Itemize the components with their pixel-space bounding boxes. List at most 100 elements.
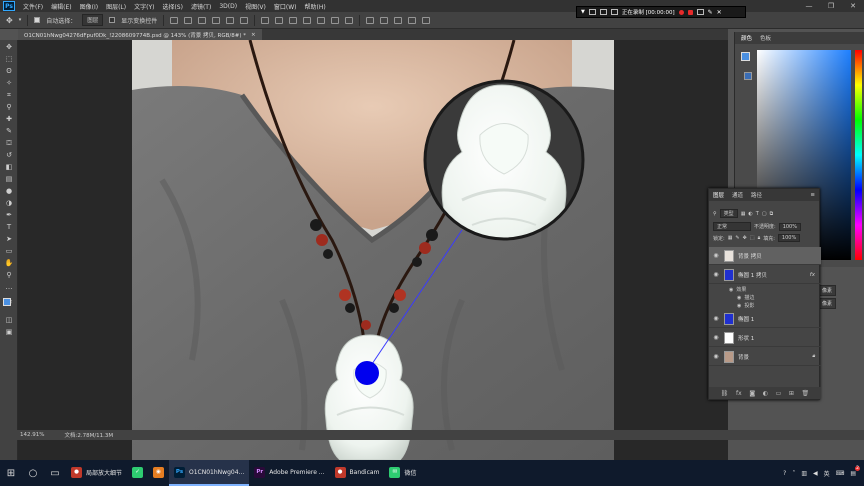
mask-icon[interactable]: ◙ (749, 390, 755, 397)
eye-icon[interactable]: ◉ (729, 287, 733, 293)
foreground-color-swatch[interactable] (741, 52, 750, 61)
close-icon[interactable]: ✕ (842, 0, 864, 12)
blend-mode-dropdown[interactable]: 正常 (713, 222, 751, 231)
layer-row[interactable]: ◉ 椭圆 1 (709, 310, 821, 328)
taskbar-app[interactable]: ● Bandicam (330, 460, 385, 486)
trash-icon[interactable]: 🗑︎ (802, 390, 810, 397)
fullscreen-mode-icon[interactable] (610, 9, 618, 15)
clone-stamp-tool-icon[interactable]: ⛋ (4, 139, 14, 147)
3d-slide-icon[interactable] (408, 16, 417, 24)
close-icon[interactable]: × (251, 32, 256, 38)
3d-scale-icon[interactable] (422, 16, 431, 24)
quick-mask-icon[interactable]: ◫ (4, 316, 14, 324)
taskbar-app[interactable]: ◉ (148, 460, 169, 486)
layer-row[interactable]: ◉ 椭圆 1 拷贝 fx (709, 266, 821, 284)
chevron-down-icon[interactable]: ▾ (19, 17, 22, 23)
maximize-icon[interactable]: ❐ (820, 0, 842, 12)
help-icon[interactable]: ? (783, 470, 786, 477)
distribute-top-icon[interactable] (261, 16, 270, 24)
settings-icon[interactable] (588, 9, 596, 15)
eye-icon[interactable]: ◉ (711, 315, 721, 322)
blur-tool-icon[interactable]: ● (4, 187, 14, 195)
quick-select-tool-icon[interactable]: ✧ (4, 79, 14, 87)
eye-icon[interactable]: ◉ (711, 353, 721, 360)
fx-icon[interactable]: fx (736, 390, 742, 397)
show-transform-checkbox[interactable] (109, 17, 116, 23)
minimize-icon[interactable]: — (798, 0, 820, 12)
background-color-swatch[interactable] (744, 72, 752, 80)
eye-icon[interactable]: ◉ (737, 295, 741, 301)
chevron-down-icon[interactable]: ▼ (581, 9, 585, 15)
layer-row[interactable]: ◉ 背景 拷贝 (709, 247, 821, 265)
fx-icon[interactable]: fx (810, 272, 815, 278)
eye-icon[interactable]: ◉ (711, 334, 721, 341)
keyboard-icon[interactable]: ⌨ (836, 470, 845, 477)
auto-align-icon[interactable] (345, 16, 354, 24)
adjustment-icon[interactable]: ◐ (763, 390, 768, 397)
align-bottom-icon[interactable] (198, 16, 207, 24)
hue-slider[interactable] (855, 50, 862, 260)
layer-row[interactable]: ◉ 背景 🔒︎ (709, 348, 821, 366)
fill-field[interactable]: 100% (777, 234, 801, 242)
folder-icon[interactable]: ▭ (776, 390, 782, 397)
filter-smart-icon[interactable]: ⧉ (770, 211, 774, 217)
tab-paths[interactable]: 路径 (751, 191, 762, 199)
taskbar-app[interactable]: ✓ (127, 460, 148, 486)
lock-all-icon[interactable]: 🔒︎ (758, 235, 761, 241)
menu-view[interactable]: 视图(V) (241, 2, 270, 11)
properties-chip[interactable]: 像素 (818, 298, 837, 309)
menu-select[interactable]: 选择(S) (158, 2, 187, 11)
distribute-center-icon[interactable] (317, 16, 326, 24)
lasso-tool-icon[interactable]: ʘ (4, 67, 14, 75)
eyedropper-tool-icon[interactable]: ⚲ (4, 103, 14, 111)
lock-position-icon[interactable]: ✥ (743, 235, 747, 241)
tab-color[interactable]: 颜色 (741, 34, 752, 42)
lock-pixels-icon[interactable]: ▦ (728, 235, 733, 241)
input-language[interactable]: 英 (824, 469, 830, 478)
window-mode-icon[interactable] (599, 9, 607, 15)
3d-rotate-icon[interactable] (366, 16, 375, 24)
align-right-icon[interactable] (240, 16, 249, 24)
menu-window[interactable]: 窗口(W) (270, 2, 301, 11)
menu-3d[interactable]: 3D(D) (215, 3, 241, 10)
menu-filter[interactable]: 滤镜(T) (187, 2, 215, 11)
taskbar-app[interactable]: ● 局部放大细节 (66, 460, 127, 486)
zoom-level[interactable]: 142.91% (20, 432, 44, 438)
auto-select-dropdown[interactable]: 图层 (82, 14, 104, 26)
crop-tool-icon[interactable]: ⌗ (4, 91, 14, 99)
foreground-color-swatch[interactable] (3, 298, 11, 306)
marquee-tool-icon[interactable]: ⬚ (4, 55, 14, 63)
panel-menu-icon[interactable]: ≡ (810, 192, 815, 198)
align-center-icon[interactable] (226, 16, 235, 24)
path-select-tool-icon[interactable]: ➤ (4, 235, 14, 243)
effect-item[interactable]: ◉ 描边 (737, 294, 754, 302)
document-size[interactable]: 文档:2.78M/11.3M (64, 431, 113, 439)
menu-layer[interactable]: 图层(L) (102, 2, 130, 11)
canvas-area[interactable] (18, 40, 728, 460)
windows-start-icon[interactable]: ⊞ (0, 460, 22, 486)
tab-channels[interactable]: 通道 (732, 191, 743, 199)
new-layer-icon[interactable]: ⊞ (789, 390, 794, 397)
more-tools-icon[interactable]: … (4, 283, 14, 291)
lock-paint-icon[interactable]: ✎ (735, 235, 739, 241)
task-view-icon[interactable]: ▭ (44, 460, 66, 486)
align-top-icon[interactable] (170, 16, 179, 24)
type-tool-icon[interactable]: T (4, 223, 14, 231)
shape-tool-icon[interactable]: ▭ (4, 247, 14, 255)
filter-type-icon[interactable]: T (756, 211, 759, 217)
record-icon[interactable] (678, 9, 684, 15)
notification-icon[interactable]: ▤ 2 (850, 465, 860, 477)
layer-filter-dropdown[interactable]: 类型 (719, 209, 738, 218)
menu-edit[interactable]: 编辑(E) (47, 2, 75, 11)
menu-file[interactable]: 文件(F) (19, 2, 47, 11)
tab-layers[interactable]: 图层 (713, 191, 724, 199)
menu-help[interactable]: 帮助(H) (301, 2, 330, 11)
camera-icon[interactable] (696, 9, 704, 15)
pen-icon[interactable]: ✎ (708, 9, 713, 16)
chevron-up-icon[interactable]: ˄ (792, 470, 795, 477)
properties-chip[interactable]: 像素 (818, 285, 837, 296)
search-icon[interactable]: ○ (22, 460, 44, 486)
taskbar-app[interactable]: Pr Adobe Premiere ... (249, 460, 329, 486)
eraser-tool-icon[interactable]: ◧ (4, 163, 14, 171)
healing-brush-tool-icon[interactable]: ✚ (4, 115, 14, 123)
